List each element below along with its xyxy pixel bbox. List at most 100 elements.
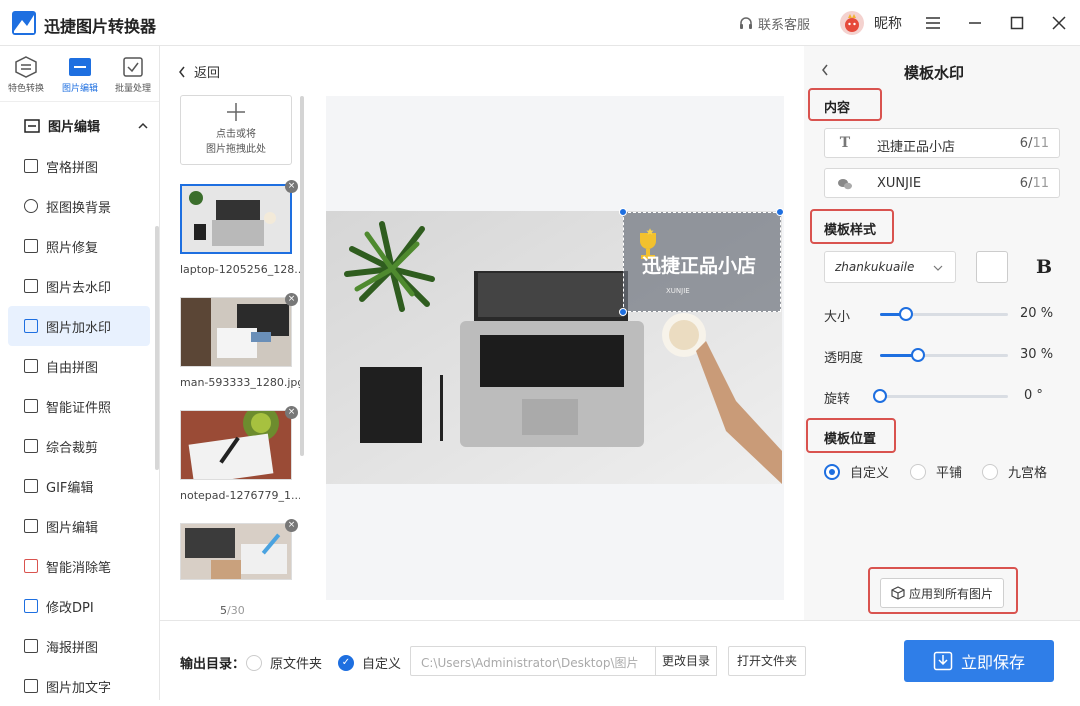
sidebar-item-label: 宫格拼图 [46, 160, 99, 176]
sidebar-item-cutout[interactable]: 抠图换背景 [8, 186, 150, 226]
sidebar-scrollbar[interactable] [155, 226, 159, 470]
title-bar: 迅捷图片转换器 联系客服 昵称 [0, 0, 1080, 46]
position-custom-radio[interactable]: 自定义 [824, 462, 889, 481]
sidebar-item-label: 图片加水印 [46, 320, 112, 336]
sidebar-item-gif[interactable]: GIF编辑 [8, 466, 150, 506]
close-icon[interactable] [1048, 12, 1070, 34]
radio-dot [982, 463, 998, 480]
support-label: 联系客服 [758, 18, 811, 33]
radio-label: 自定义 [362, 657, 402, 672]
nickname[interactable]: 昵称 [874, 13, 902, 33]
open-folder-button[interactable]: 打开文件夹 [728, 646, 806, 676]
app-logo-icon [12, 11, 36, 35]
sidebar-item-add-watermark[interactable]: 图片加水印 [8, 306, 150, 346]
sidebar-item-label: 综合裁剪 [46, 440, 99, 456]
sidebar-item-label: 图片去水印 [46, 280, 112, 296]
sidebar-item-text[interactable]: 图片加文字 [8, 666, 150, 706]
thumbnail-man[interactable] [180, 297, 292, 367]
watermark-subtext-field[interactable]: XUNJIE 6/11 [824, 168, 1060, 198]
thumbnail-hands[interactable] [180, 523, 292, 580]
rotate-unit: ° [1036, 388, 1043, 403]
position-tile-radio[interactable]: 平铺 [910, 462, 962, 481]
avatar[interactable] [840, 11, 864, 35]
edit-icon [24, 519, 38, 533]
remove-thumbnail-icon[interactable]: × [285, 519, 298, 532]
sidebar-item-id-photo[interactable]: 智能证件照 [8, 386, 150, 426]
sidebar-item-repair[interactable]: 照片修复 [8, 226, 150, 266]
text-icon [24, 679, 38, 693]
sidebar-item-free-collage[interactable]: 自由拼图 [8, 346, 150, 386]
maximize-icon[interactable] [1006, 12, 1028, 34]
field-text: 迅捷正品小店 [877, 140, 956, 155]
resize-handle[interactable] [776, 208, 784, 216]
add-image-dropzone[interactable]: 点击或将 图片拖拽此处 [180, 95, 292, 165]
output-original-radio[interactable]: 原文件夹 [246, 653, 322, 672]
sidebar-item-label: 图片编辑 [46, 520, 99, 536]
minimize-icon[interactable] [964, 12, 986, 34]
chevron-down-icon [933, 265, 943, 271]
section-title: 图片编辑 [48, 120, 101, 135]
headset-icon [740, 16, 752, 29]
sidebar-item-remove-watermark[interactable]: 图片去水印 [8, 266, 150, 306]
font-select[interactable]: zhankukuaile [824, 251, 956, 283]
apply-all-label: 应用到所有图片 [908, 586, 993, 601]
opacity-value: 30 % [1020, 347, 1053, 362]
tab-batch[interactable]: 批量处理 [107, 52, 159, 94]
position-grid-radio[interactable]: 九宫格 [982, 462, 1047, 481]
sidebar-item-label: 海报拼图 [46, 640, 99, 656]
rotate-slider[interactable] [873, 389, 1008, 403]
apply-all-button[interactable]: 应用到所有图片 [880, 578, 1004, 608]
opacity-unit: % [1040, 347, 1054, 362]
resize-handle[interactable] [619, 308, 627, 316]
sidebar-item-eraser[interactable]: 智能消除笔 [8, 546, 150, 586]
tab-image-edit[interactable]: 图片编辑 [54, 52, 106, 94]
remove-thumbnail-icon[interactable]: × [285, 293, 298, 306]
size-number: 20 [1020, 306, 1037, 321]
free-collage-icon [24, 359, 38, 373]
size-unit: % [1040, 306, 1054, 321]
check-icon: ✓ [338, 654, 354, 671]
panel-back-icon[interactable] [821, 61, 829, 80]
opacity-slider[interactable] [880, 348, 1008, 362]
color-picker[interactable] [976, 251, 1008, 283]
watermark-text-field[interactable]: T 迅捷正品小店 6/11 [824, 128, 1060, 158]
opacity-number: 30 [1020, 347, 1037, 362]
slider-knob[interactable] [873, 389, 887, 403]
save-now-button[interactable]: 立即保存 [904, 640, 1054, 682]
sidebar-item-dpi[interactable]: 修改DPI [8, 586, 150, 626]
sidebar-item-label: 图片加文字 [46, 680, 112, 696]
thumbnail-scrollbar[interactable] [300, 96, 304, 456]
size-slider[interactable] [880, 307, 1008, 321]
section-header[interactable]: 图片编辑 [24, 116, 148, 135]
batch-icon [123, 57, 143, 77]
bold-button[interactable]: B [1036, 256, 1052, 278]
slider-knob[interactable] [898, 307, 913, 321]
image-edit-icon [69, 58, 91, 76]
thumbnail-notepad[interactable] [180, 410, 292, 480]
output-custom-radio[interactable]: ✓ 自定义 [338, 653, 401, 672]
char-count-current: 6/ [1019, 176, 1033, 191]
radio-dot [910, 463, 926, 480]
watermark-box[interactable]: 迅捷正品小店 XUNJIE [623, 212, 781, 312]
support-button[interactable]: 联系客服 [738, 14, 810, 33]
radio-label: 平铺 [936, 466, 963, 481]
change-dir-button[interactable]: 更改目录 [655, 646, 717, 676]
resize-handle[interactable] [619, 208, 627, 216]
crop-icon [24, 439, 38, 453]
sidebar-item-grid[interactable]: 宫格拼图 [8, 146, 150, 186]
tab-convert[interactable]: 特色转换 [0, 52, 52, 94]
feature-menu: 宫格拼图 抠图换背景 照片修复 图片去水印 图片加水印 自由拼图 智能证件照 综… [8, 146, 150, 706]
radio-dot [824, 463, 840, 480]
thumbnail-laptop[interactable] [180, 184, 292, 254]
back-button[interactable]: 返回 [178, 62, 220, 81]
sidebar-item-crop[interactable]: 综合裁剪 [8, 426, 150, 466]
remove-thumbnail-icon[interactable]: × [285, 406, 298, 419]
menu-icon[interactable] [922, 12, 944, 34]
app-title: 迅捷图片转换器 [44, 17, 157, 36]
sidebar-item-edit[interactable]: 图片编辑 [8, 506, 150, 546]
radio-label: 自定义 [850, 466, 890, 481]
sidebar-item-poster[interactable]: 海报拼图 [8, 626, 150, 666]
page-total: /30 [227, 604, 245, 617]
remove-thumbnail-icon[interactable]: × [285, 180, 298, 193]
output-path-input[interactable]: C:\Users\Administrator\Desktop\图片 [410, 646, 656, 676]
